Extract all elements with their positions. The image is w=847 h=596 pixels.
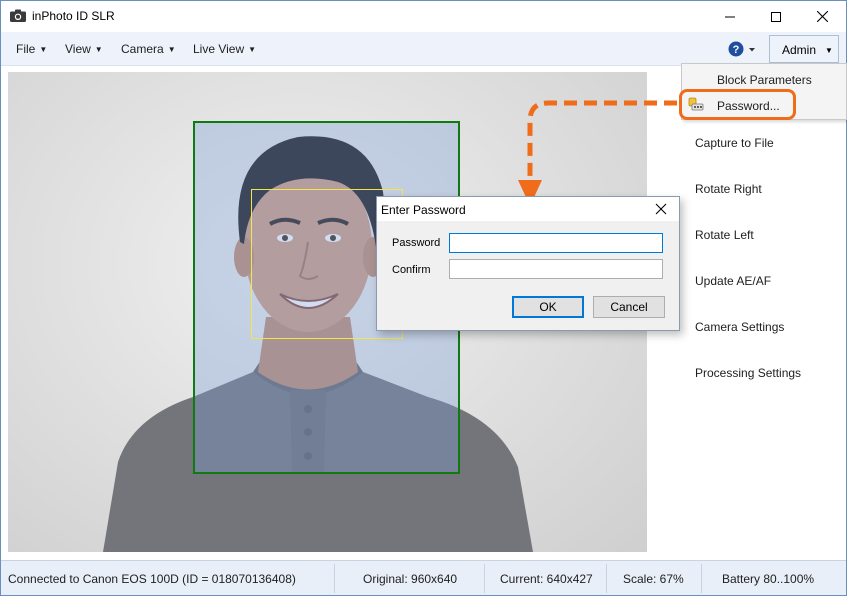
chevron-down-icon: ▼ xyxy=(825,46,833,55)
svg-text:?: ? xyxy=(733,44,740,56)
capture-to-file-button[interactable]: Capture to File xyxy=(695,136,774,150)
window-title: inPhoto ID SLR xyxy=(32,9,115,23)
password-label: Password xyxy=(392,237,441,249)
password-dialog: Enter Password Password Confirm OK Cance… xyxy=(376,196,680,331)
help-button[interactable]: ? xyxy=(728,40,758,58)
rotate-left-button[interactable]: Rotate Left xyxy=(695,228,754,242)
status-separator xyxy=(484,564,485,593)
status-scale: Scale: 67% xyxy=(623,572,684,586)
status-original: Original: 960x640 xyxy=(363,572,458,586)
menu-item-block-parameters[interactable]: Block Parameters xyxy=(717,73,812,87)
menu-file[interactable]: File ▼ xyxy=(16,42,47,56)
close-icon xyxy=(816,11,828,22)
minimize-icon xyxy=(725,16,735,17)
update-ae-af-button[interactable]: Update AE/AF xyxy=(695,274,771,288)
chevron-down-icon: ▼ xyxy=(94,45,103,54)
minimize-button[interactable] xyxy=(707,1,753,32)
close-button[interactable] xyxy=(799,1,845,32)
menu-bar: File ▼ View ▼ Camera ▼ Live View ▼ ? Admin ▼ xyxy=(1,32,846,66)
admin-button[interactable]: Admin ▼ xyxy=(769,35,839,63)
status-current: Current: 640x427 xyxy=(500,572,593,586)
menu-view-label: View xyxy=(65,42,91,56)
cancel-button[interactable]: Cancel xyxy=(593,296,665,318)
menu-camera[interactable]: Camera ▼ xyxy=(121,42,176,56)
dialog-title-bar: Enter Password xyxy=(377,197,679,221)
camera-settings-button[interactable]: Camera Settings xyxy=(695,320,784,334)
chevron-down-icon: ▼ xyxy=(39,45,48,54)
help-icon: ? xyxy=(728,41,755,57)
menu-camera-label: Camera xyxy=(121,42,164,56)
side-panel: Capture to File Rotate Right Rotate Left… xyxy=(656,119,846,553)
admin-button-label: Admin xyxy=(782,43,817,57)
status-separator xyxy=(701,564,702,593)
password-field[interactable] xyxy=(449,233,663,253)
confirm-label: Confirm xyxy=(392,264,431,276)
menu-live-view-label: Live View xyxy=(193,42,245,56)
dialog-title: Enter Password xyxy=(381,203,466,217)
chevron-down-icon: ▼ xyxy=(167,45,176,54)
camera-app-icon xyxy=(10,9,26,22)
menu-live-view[interactable]: Live View ▼ xyxy=(193,42,256,56)
menu-file-label: File xyxy=(16,42,36,56)
chevron-down-icon: ▼ xyxy=(248,45,257,54)
menu-view[interactable]: View ▼ xyxy=(65,42,103,56)
ok-button[interactable]: OK xyxy=(512,296,584,318)
title-bar: inPhoto ID SLR xyxy=(1,1,846,32)
status-separator xyxy=(606,564,607,593)
maximize-button[interactable] xyxy=(753,1,799,32)
status-battery: Battery 80..100% xyxy=(722,572,815,586)
status-separator xyxy=(334,564,335,593)
dialog-close-icon[interactable] xyxy=(653,201,669,217)
processing-settings-button[interactable]: Processing Settings xyxy=(695,366,801,380)
status-bar: Connected to Canon EOS 100D (ID = 018070… xyxy=(1,560,846,595)
rotate-right-button[interactable]: Rotate Right xyxy=(695,182,762,196)
maximize-icon xyxy=(771,11,781,22)
confirm-field[interactable] xyxy=(449,259,663,279)
status-connection: Connected to Canon EOS 100D (ID = 018070… xyxy=(8,572,296,586)
password-highlight-annotation xyxy=(679,89,796,120)
